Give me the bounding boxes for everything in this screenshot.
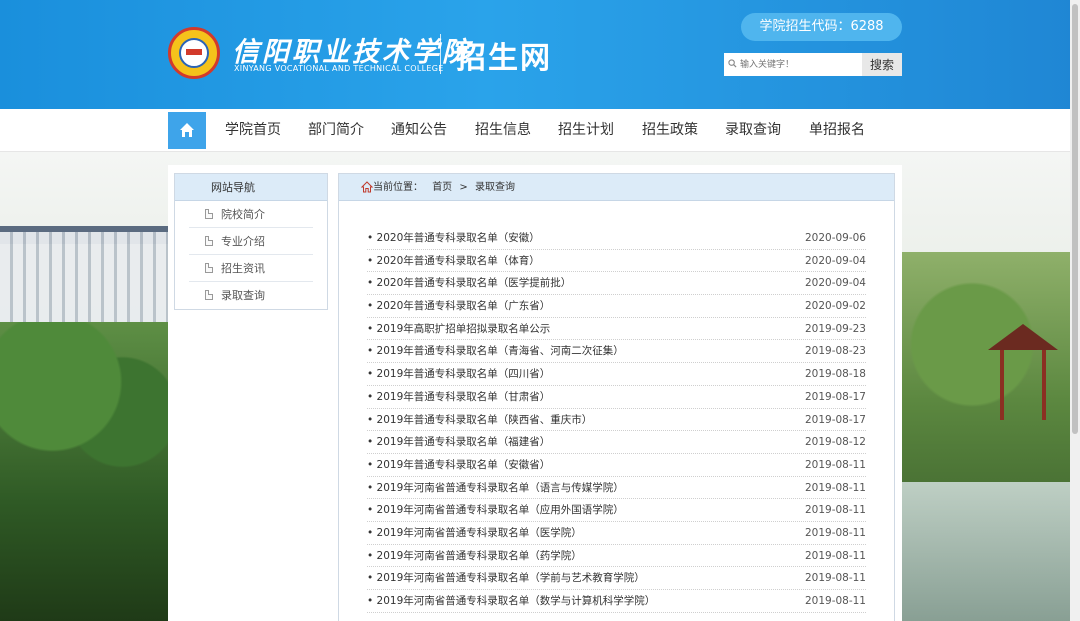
list-item-date: 2019-08-17 <box>804 390 866 403</box>
list-item-date: 2019-08-11 <box>804 595 866 607</box>
admission-code-badge: 学院招生代码：6288 <box>741 13 902 41</box>
sidebar-item-admission-query[interactable]: 录取查询 <box>189 282 313 309</box>
list-item-title[interactable]: • 2020年普通专科录取名单（医学提前批） <box>367 272 571 294</box>
list-item-date: 2019-08-11 <box>804 481 866 494</box>
list-item[interactable]: • 2019年普通专科录取名单（青海省、河南二次征集） 2019-08-23 <box>367 340 866 364</box>
document-icon <box>205 290 213 300</box>
nav-item-department-intro[interactable]: 部门简介 <box>308 109 364 152</box>
nav-item-admission-query[interactable]: 录取查询 <box>725 109 781 152</box>
list-item-title[interactable]: • 2019年普通专科录取名单（安徽省） <box>367 454 550 476</box>
list-item-title[interactable]: • 2019年普通专科录取名单（青海省、河南二次征集） <box>367 340 624 362</box>
list-item[interactable]: • 2019年河南省普通专科录取名单（语言与传媒学院） 2019-08-11 <box>367 477 866 500</box>
list-item[interactable]: • 2019年河南省普通专科录取名单（应用外国语学院） 2019-08-11 <box>367 499 866 522</box>
site-header: 信阳职业技术学院 XINYANG VOCATIONAL AND TECHNICA… <box>0 0 1080 109</box>
list-item-title[interactable]: • 2019年普通专科录取名单（四川省） <box>367 363 550 385</box>
breadcrumb-home-link[interactable]: 首页 <box>432 182 452 193</box>
document-icon <box>205 236 213 246</box>
list-item[interactable]: • 2019年普通专科录取名单（甘肃省） 2019-08-17 <box>367 386 866 409</box>
list-item-title[interactable]: • 2020年普通专科录取名单（广东省） <box>367 295 550 317</box>
list-item[interactable]: • 2019年河南省普通专科录取名单（学前与艺术教育学院） 2019-08-11 <box>367 567 866 590</box>
list-item[interactable]: • 2019年高职扩招单招拟录取名单公示 2019-09-23 <box>367 318 866 341</box>
search-box: 搜索 <box>724 53 902 76</box>
site-title: 招生网 <box>456 41 552 76</box>
pavilion-graphic <box>988 314 1058 434</box>
breadcrumb: 当前位置： 首页 > 录取查询 <box>339 174 894 201</box>
home-button[interactable] <box>168 112 206 149</box>
admission-list: • 2020年普通专科录取名单（安徽） 2020-09-06 • 2020年普通专科… <box>367 227 866 613</box>
search-icon <box>728 59 737 68</box>
document-icon <box>205 209 213 219</box>
list-item-title[interactable]: • 2019年河南省普通专科录取名单（数学与计算机科学学院） <box>367 590 655 612</box>
search-button[interactable]: 搜索 <box>862 53 902 76</box>
sidebar-item-label: 专业介绍 <box>221 235 265 248</box>
list-item[interactable]: • 2020年普通专科录取名单（广东省） 2020-09-02 <box>367 295 866 318</box>
scrollbar-thumb[interactable] <box>1072 4 1078 434</box>
list-item[interactable]: • 2019年河南省普通专科录取名单（药学院） 2019-08-11 <box>367 545 866 568</box>
list-item-date: 2019-08-11 <box>804 458 866 471</box>
nav-item-single-enrollment[interactable]: 单招报名 <box>809 109 865 152</box>
list-item-date: 2019-08-11 <box>804 526 866 539</box>
nav-item-notices[interactable]: 通知公告 <box>391 109 447 152</box>
list-item-title[interactable]: • 2019年河南省普通专科录取名单（医学院） <box>367 522 582 544</box>
college-name-english: XINYANG VOCATIONAL AND TECHNICAL COLLEGE <box>234 64 444 73</box>
sidebar-item-label: 录取查询 <box>221 289 265 302</box>
list-item[interactable]: • 2019年普通专科录取名单（陕西省、重庆市） 2019-08-17 <box>367 409 866 432</box>
sidebar-item-label: 院校简介 <box>221 208 265 221</box>
page-scrollbar[interactable] <box>1070 0 1080 621</box>
search-input[interactable] <box>724 53 862 76</box>
sidebar-item-college-intro[interactable]: 院校简介 <box>189 201 313 228</box>
list-item-date: 2019-08-12 <box>804 436 866 449</box>
sidebar-item-major-intro[interactable]: 专业介绍 <box>189 228 313 255</box>
list-item[interactable]: • 2019年普通专科录取名单（四川省） 2019-08-18 <box>367 363 866 386</box>
sidebar-title: 网站导航 <box>175 174 327 201</box>
nav-item-admission-plan[interactable]: 招生计划 <box>558 109 614 152</box>
list-item-date: 2019-08-11 <box>804 572 866 585</box>
list-item-date: 2020-09-06 <box>804 232 866 244</box>
list-item-date: 2020-09-04 <box>804 254 866 267</box>
list-item[interactable]: • 2020年普通专科录取名单（安徽） 2020-09-06 <box>367 227 866 250</box>
nav-item-admission-policy[interactable]: 招生政策 <box>642 109 698 152</box>
list-item-date: 2019-08-17 <box>804 413 866 426</box>
list-item[interactable]: • 2019年河南省普通专科录取名单（数学与计算机科学学院） 2019-08-11 <box>367 590 866 613</box>
list-item-title[interactable]: • 2019年河南省普通专科录取名单（学前与艺术教育学院） <box>367 567 645 589</box>
list-item-date: 2020-09-04 <box>804 277 866 290</box>
list-item-date: 2020-09-02 <box>804 300 866 313</box>
list-item-title[interactable]: • 2019年河南省普通专科录取名单（语言与传媒学院） <box>367 477 624 499</box>
list-item-date: 2019-09-23 <box>804 322 866 335</box>
sidebar-item-admission-news[interactable]: 招生资讯 <box>189 255 313 282</box>
list-item-title[interactable]: • 2019年河南省普通专科录取名单（应用外国语学院） <box>367 499 624 521</box>
sidebar-item-label: 招生资讯 <box>221 262 265 275</box>
list-item[interactable]: • 2019年普通专科录取名单（福建省） 2019-08-12 <box>367 431 866 454</box>
list-item[interactable]: • 2019年普通专科录取名单（安徽省） 2019-08-11 <box>367 454 866 477</box>
home-icon <box>180 123 194 137</box>
list-item[interactable]: • 2020年普通专科录取名单（医学提前批） 2020-09-04 <box>367 272 866 296</box>
list-item-title[interactable]: • 2019年河南省普通专科录取名单（药学院） <box>367 545 582 567</box>
list-item-date: 2019-08-11 <box>804 504 866 517</box>
list-item-title[interactable]: • 2019年普通专科录取名单（甘肃省） <box>367 386 550 408</box>
logo-divider <box>440 34 441 74</box>
nav-item-college-home[interactable]: 学院首页 <box>225 109 281 152</box>
list-item-title[interactable]: • 2019年普通专科录取名单（福建省） <box>367 431 550 453</box>
list-item-date: 2019-08-11 <box>804 549 866 562</box>
sidebar: 网站导航 院校简介 专业介绍 招生资讯 录取查询 <box>174 173 328 310</box>
nav-item-admission-info[interactable]: 招生信息 <box>475 109 531 152</box>
document-icon <box>205 263 213 273</box>
breadcrumb-label: 当前位置： <box>373 182 423 193</box>
list-item-title[interactable]: • 2019年高职扩招单招拟录取名单公示 <box>367 318 550 340</box>
main-nav: 学院首页 部门简介 通知公告 招生信息 招生计划 招生政策 录取查询 单招报名 <box>0 109 1080 152</box>
main-panel: 当前位置： 首页 > 录取查询 • 2020年普通专科录取名单（安徽） 2020-… <box>338 173 895 621</box>
breadcrumb-current: 录取查询 <box>474 182 515 193</box>
list-item-date: 2019-08-18 <box>804 368 866 381</box>
list-item-title[interactable]: • 2019年普通专科录取名单（陕西省、重庆市） <box>367 409 592 431</box>
list-item-title[interactable]: • 2020年普通专科录取名单（体育） <box>367 250 540 272</box>
list-item[interactable]: • 2019年河南省普通专科录取名单（医学院） 2019-08-11 <box>367 522 866 545</box>
list-item-date: 2019-08-23 <box>804 345 866 358</box>
breadcrumb-separator: > <box>459 182 468 193</box>
home-icon <box>361 181 373 193</box>
list-item[interactable]: • 2020年普通专科录取名单（体育） 2020-09-04 <box>367 250 866 273</box>
list-item-title[interactable]: • 2020年普通专科录取名单（安徽） <box>367 227 540 249</box>
college-logo[interactable] <box>168 27 220 79</box>
